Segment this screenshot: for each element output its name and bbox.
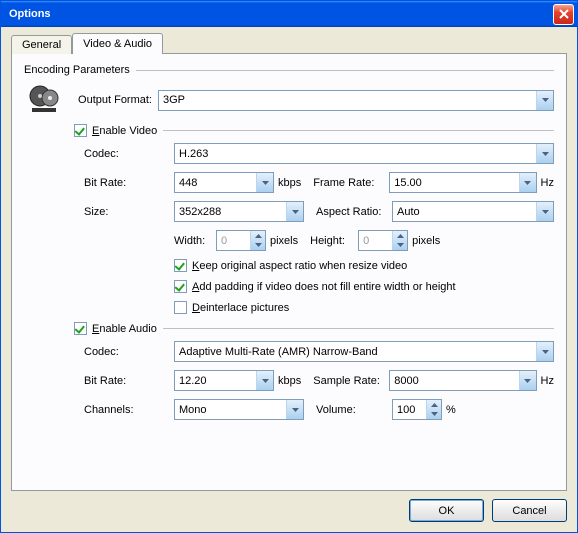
video-bitrate-combo[interactable]: 448 xyxy=(174,172,274,193)
window-title: Options xyxy=(9,8,553,20)
hz-unit: Hz xyxy=(541,375,554,387)
channels-combo[interactable]: Mono xyxy=(174,399,304,420)
encoding-legend: Encoding Parameters xyxy=(24,64,130,76)
chevron-down-icon xyxy=(536,202,553,221)
keep-aspect-check[interactable]: Keep original aspect ratio when resize v… xyxy=(174,259,407,272)
framerate-combo[interactable]: 15.00 xyxy=(389,172,536,193)
output-format-value: 3GP xyxy=(163,94,536,106)
framerate-label: Frame Rate: xyxy=(313,177,389,189)
kbps-unit: kbps xyxy=(278,177,301,189)
audio-codec-value: Adaptive Multi-Rate (AMR) Narrow-Band xyxy=(179,346,536,358)
checkbox-icon xyxy=(174,280,187,293)
height-spinner[interactable]: 0 xyxy=(358,230,408,251)
size-label: Size: xyxy=(84,206,174,218)
enable-video-label: Enable Video xyxy=(92,125,157,137)
hz-unit: Hz xyxy=(541,177,554,189)
output-format-combo[interactable]: 3GP xyxy=(158,90,554,111)
chevron-down-icon xyxy=(256,173,273,192)
chevron-down-icon xyxy=(536,91,553,110)
tab-panel: Encoding Parameters Output Format: 3GP E… xyxy=(11,53,567,491)
kbps-unit: kbps xyxy=(278,375,301,387)
height-value: 0 xyxy=(363,235,392,247)
add-padding-check[interactable]: Add padding if video does not fill entir… xyxy=(174,280,456,293)
aspect-combo[interactable]: Auto xyxy=(392,201,554,222)
size-combo[interactable]: 352x288 xyxy=(174,201,304,222)
height-label: Height: xyxy=(310,235,358,247)
chevron-down-icon xyxy=(519,173,536,192)
divider xyxy=(136,70,554,71)
chevron-down-icon xyxy=(286,400,303,419)
film-icon xyxy=(24,84,64,116)
tab-general[interactable]: General xyxy=(11,35,72,54)
video-bitrate-value: 448 xyxy=(179,177,256,189)
aspect-value: Auto xyxy=(397,206,536,218)
deinterlace-check[interactable]: Deinterlace pictures xyxy=(174,301,289,314)
client-area: General Video & Audio Encoding Parameter… xyxy=(1,27,577,532)
sample-rate-combo[interactable]: 8000 xyxy=(389,370,536,391)
enable-audio-check[interactable]: Enable Audio xyxy=(74,322,157,335)
width-value: 0 xyxy=(221,235,250,247)
chevron-down-icon xyxy=(256,371,273,390)
percent-unit: % xyxy=(446,404,456,416)
video-bitrate-label: Bit Rate: xyxy=(84,177,174,189)
volume-spinner[interactable]: 100 xyxy=(392,399,442,420)
enable-video-check[interactable]: Enable Video xyxy=(74,124,157,137)
divider xyxy=(163,130,554,131)
ok-button[interactable]: OK xyxy=(409,499,484,522)
chevron-down-icon xyxy=(286,202,303,221)
button-row: OK Cancel xyxy=(11,491,567,522)
tab-video-audio[interactable]: Video & Audio xyxy=(72,33,163,54)
width-spinner[interactable]: 0 xyxy=(216,230,266,251)
checkbox-icon xyxy=(174,301,187,314)
checkbox-icon xyxy=(74,322,87,335)
audio-bitrate-label: Bit Rate: xyxy=(84,375,174,387)
aspect-label: Aspect Ratio: xyxy=(316,206,392,218)
width-label: Width: xyxy=(174,235,216,247)
framerate-value: 15.00 xyxy=(394,177,518,189)
keep-aspect-label: Keep original aspect ratio when resize v… xyxy=(192,260,407,272)
divider xyxy=(163,328,554,329)
checkbox-icon xyxy=(74,124,87,137)
tabstrip: General Video & Audio xyxy=(11,35,567,54)
size-value: 352x288 xyxy=(179,206,286,218)
output-format-label: Output Format: xyxy=(64,94,158,106)
chevron-down-icon xyxy=(536,144,553,163)
options-window: Options General Video & Audio Encoding P… xyxy=(0,0,578,533)
audio-bitrate-value: 12.20 xyxy=(179,375,256,387)
video-codec-value: H.263 xyxy=(179,148,536,160)
spinner-arrows-icon xyxy=(392,231,407,250)
channels-label: Channels: xyxy=(84,404,174,416)
pixels-unit: pixels xyxy=(412,235,440,247)
channels-value: Mono xyxy=(179,404,286,416)
audio-codec-label: Codec: xyxy=(84,346,174,358)
sample-rate-label: Sample Rate: xyxy=(313,375,389,387)
chevron-down-icon xyxy=(519,371,536,390)
add-padding-label: Add padding if video does not fill entir… xyxy=(192,281,456,293)
video-codec-label: Codec: xyxy=(84,148,174,160)
spinner-arrows-icon xyxy=(250,231,265,250)
pixels-unit: pixels xyxy=(270,235,298,247)
volume-value: 100 xyxy=(397,404,426,416)
enable-audio-label: Enable Audio xyxy=(92,323,157,335)
volume-label: Volume: xyxy=(316,404,392,416)
deinterlace-label: Deinterlace pictures xyxy=(192,302,289,314)
cancel-button[interactable]: Cancel xyxy=(492,499,567,522)
video-codec-combo[interactable]: H.263 xyxy=(174,143,554,164)
audio-codec-combo[interactable]: Adaptive Multi-Rate (AMR) Narrow-Band xyxy=(174,341,554,362)
chevron-down-icon xyxy=(536,342,553,361)
sample-rate-value: 8000 xyxy=(394,375,518,387)
close-icon xyxy=(559,9,569,19)
titlebar: Options xyxy=(1,1,577,27)
audio-bitrate-combo[interactable]: 12.20 xyxy=(174,370,274,391)
close-button[interactable] xyxy=(553,4,574,25)
spinner-arrows-icon xyxy=(426,400,441,419)
checkbox-icon xyxy=(174,259,187,272)
